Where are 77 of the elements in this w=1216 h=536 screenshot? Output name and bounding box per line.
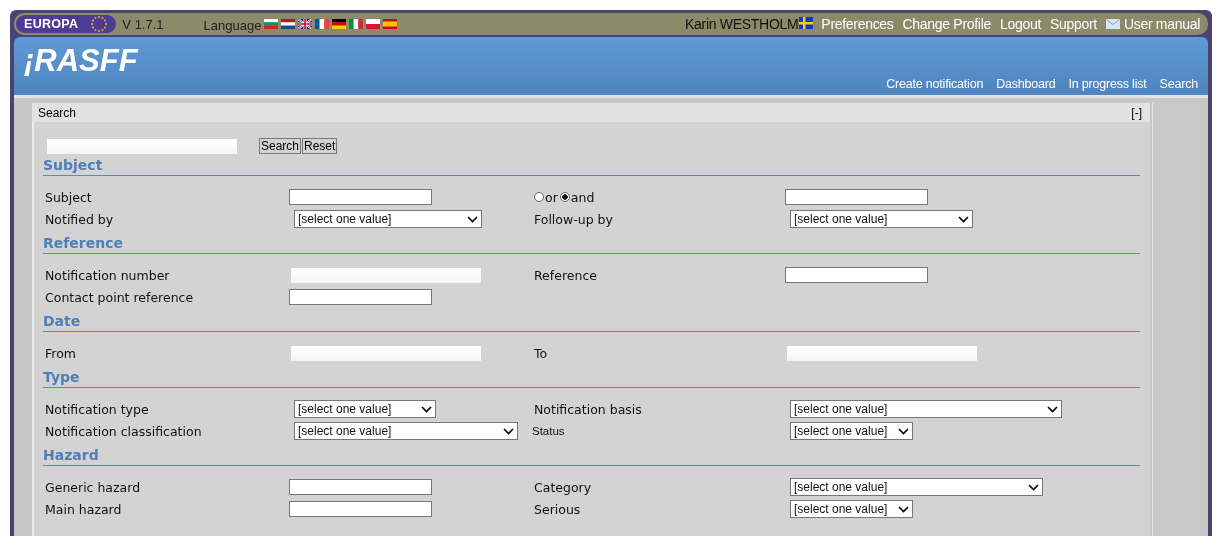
dropdown[interactable]: [select one value] <box>790 210 973 228</box>
input-field[interactable] <box>289 189 432 205</box>
dropdown[interactable]: [select one value] <box>790 500 913 518</box>
chevron-down-icon <box>1028 483 1039 491</box>
top-link[interactable]: Change Profile <box>902 16 991 32</box>
input-field[interactable] <box>289 501 432 517</box>
field-label: Reference <box>534 267 597 283</box>
field-label: Notified by <box>45 211 114 227</box>
form-button[interactable]: Search <box>259 138 302 154</box>
section-heading: Reference <box>43 235 1140 254</box>
user-name: Karin WESTHOLM <box>685 16 799 32</box>
form-button[interactable]: Reset <box>302 138 338 154</box>
nav-link[interactable]: In progress list <box>1068 77 1147 91</box>
brand-name: EUROPA <box>24 17 79 31</box>
top-link[interactable]: Support <box>1050 16 1097 32</box>
panel-title: Search <box>38 105 77 120</box>
nav-link[interactable]: Create notification <box>886 77 984 91</box>
field-label: Main hazard <box>45 501 122 517</box>
chevron-down-icon <box>421 405 432 413</box>
radio-button[interactable] <box>559 192 570 202</box>
section-heading: Subject <box>43 157 1140 176</box>
chevron-down-icon <box>467 215 478 223</box>
input-field[interactable] <box>787 345 977 361</box>
section-heading: Date <box>43 313 1140 332</box>
dropdown[interactable]: [select one value] <box>294 400 436 418</box>
field-label: Status <box>532 425 565 437</box>
input-field[interactable] <box>291 345 481 361</box>
dropdown[interactable]: [select one value] <box>790 478 1043 496</box>
input-field[interactable] <box>291 267 481 283</box>
chevron-down-icon <box>1047 405 1058 413</box>
field-label: Follow-up by <box>534 211 613 227</box>
field-label: Generic hazard <box>45 479 141 495</box>
collapse-toggle[interactable]: [-] <box>1131 105 1142 120</box>
input-field[interactable] <box>289 479 432 495</box>
field-label: From <box>45 345 76 361</box>
radio-option[interactable]: and <box>559 189 595 205</box>
field-label: Contact point reference <box>45 289 194 305</box>
field-label: Notification basis <box>534 401 642 417</box>
field-label: Subject <box>45 189 92 205</box>
star-circle-icon <box>90 15 109 33</box>
flag-icon[interactable] <box>298 19 313 29</box>
dropdown[interactable]: [select one value] <box>294 210 482 228</box>
field-label: To <box>534 345 548 361</box>
version-text: V 1.7.1 <box>122 16 164 32</box>
dropdown[interactable]: [select one value] <box>790 400 1062 418</box>
field-label: Notification number <box>45 267 170 283</box>
chevron-down-icon <box>958 215 969 223</box>
field-label: Notification type <box>45 401 149 417</box>
input-field[interactable] <box>785 267 928 283</box>
flag-icon[interactable] <box>264 19 279 29</box>
input-field[interactable] <box>785 189 928 205</box>
top-link[interactable]: User manual <box>1123 16 1200 32</box>
flag-icon <box>799 17 814 29</box>
field-label: Serious <box>534 501 581 517</box>
flag-icon[interactable] <box>315 19 330 29</box>
section-heading: Type <box>43 369 1140 388</box>
flag-icon[interactable] <box>332 19 347 29</box>
language-label: Language <box>203 17 262 33</box>
nav-link[interactable]: Search <box>1159 77 1198 91</box>
nav-link[interactable]: Dashboard <box>996 77 1056 91</box>
field-label: Notification classification <box>45 423 202 439</box>
section-heading: Hazard <box>43 447 1140 466</box>
top-link[interactable]: Logout <box>999 16 1041 32</box>
chevron-down-icon <box>898 427 909 435</box>
radio-option[interactable]: or <box>534 189 558 205</box>
logo: ¡RASFF <box>24 43 138 79</box>
input-field[interactable] <box>289 289 432 305</box>
dropdown[interactable]: [select one value] <box>294 422 518 440</box>
radio-button[interactable] <box>534 192 544 202</box>
flag-icon[interactable] <box>281 19 296 29</box>
field-label: Category <box>534 479 592 495</box>
search-field[interactable] <box>47 138 237 154</box>
dropdown[interactable]: [select one value] <box>790 422 913 440</box>
top-link[interactable]: Preferences <box>821 16 894 32</box>
chevron-down-icon <box>898 505 909 513</box>
mail-icon <box>1105 19 1120 29</box>
chevron-down-icon <box>503 427 514 435</box>
